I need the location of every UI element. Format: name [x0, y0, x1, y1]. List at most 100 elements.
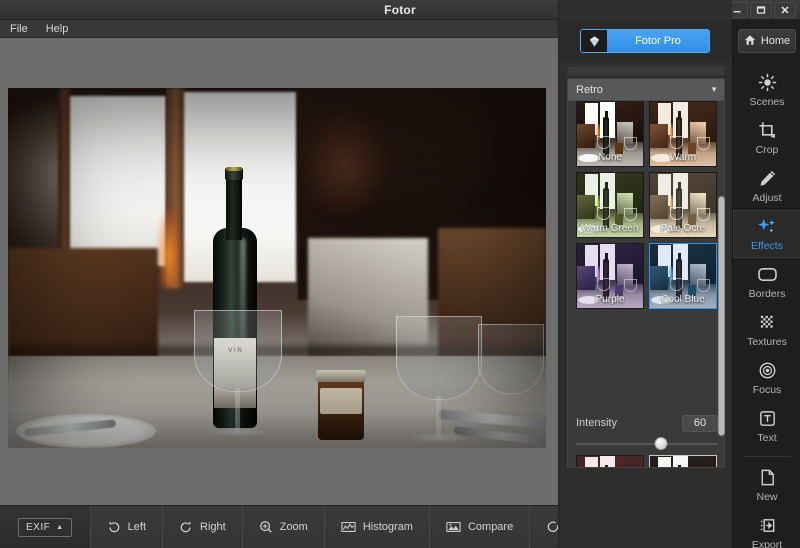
fotor-app-window: Fotor File Help — [0, 0, 800, 548]
rail-label-export: Export — [752, 539, 782, 548]
maximize-icon — [756, 5, 766, 15]
intensity-slider[interactable] — [576, 437, 718, 451]
effect-preset-thumbnail[interactable]: So Emo — [649, 455, 717, 468]
intensity-value[interactable]: 60 — [682, 415, 718, 432]
rail-item-text[interactable]: Text — [733, 402, 800, 450]
effects-side-panel: Fotor Pro Retro ▼ None Warm Warm Green Pale… — [558, 0, 732, 548]
effect-preset-thumbnail[interactable]: Pale Ocre — [649, 172, 717, 238]
effect-preset-thumbnail[interactable]: None — [576, 101, 644, 167]
intensity-label: Intensity — [576, 417, 617, 429]
tool-rail: Home Scenes Crop Adjust — [732, 20, 800, 548]
target-icon — [758, 360, 777, 380]
menu-item-file[interactable]: File — [10, 23, 28, 35]
checker-icon — [758, 312, 777, 332]
rail-item-adjust[interactable]: Adjust — [733, 162, 800, 210]
effects-panel-scrollbar[interactable] — [718, 196, 725, 436]
slider-track — [576, 443, 718, 445]
rail-label-focus: Focus — [753, 384, 782, 396]
histogram-icon — [341, 520, 356, 534]
home-row: Home — [733, 20, 800, 62]
bottom-toolbar: EXIF ▲ Left Right Zoom — [0, 505, 558, 548]
rail-label-borders: Borders — [749, 288, 786, 300]
caret-up-icon: ▲ — [56, 524, 63, 531]
home-label: Home — [761, 35, 790, 47]
compare-button[interactable]: Compare — [430, 506, 530, 548]
intensity-row: Intensity 60 — [568, 411, 725, 435]
fotor-pro-button[interactable]: Fotor Pro — [580, 29, 710, 53]
effects-preset-grid: None Warm Warm Green Pale Ocre Purple Cool Bl… — [568, 101, 725, 309]
rotate-right-icon — [179, 520, 193, 534]
zoom-label: Zoom — [280, 521, 308, 533]
rotate-right-button[interactable]: Right — [163, 506, 243, 548]
slider-handle[interactable] — [655, 437, 668, 450]
effects-preset-grid-lower-inner: Brilliant Rose So Emo — [576, 455, 725, 468]
minimize-icon — [732, 5, 742, 15]
close-icon — [780, 5, 790, 15]
rail-item-effects[interactable]: Effects — [733, 210, 800, 258]
effect-preset-thumbnail[interactable]: Purple — [576, 243, 644, 309]
rail-items: Scenes Crop Adjust Effects — [733, 66, 800, 548]
chevron-down-icon: ▼ — [710, 85, 718, 94]
home-icon — [744, 34, 756, 49]
rail-item-focus[interactable]: Focus — [733, 354, 800, 402]
exif-label: EXIF — [26, 522, 50, 533]
photo-canvas[interactable]: V I N — [0, 38, 558, 505]
rail-label-new: New — [756, 491, 777, 503]
histogram-label: Histogram — [363, 521, 413, 533]
rail-label-scenes: Scenes — [749, 96, 784, 108]
rail-item-export[interactable]: Export — [733, 509, 800, 548]
panel-top-strip — [567, 66, 725, 76]
effects-category-value: Retro — [576, 84, 603, 96]
rotate-left-button[interactable]: Left — [91, 506, 163, 548]
rail-item-new[interactable]: New — [733, 461, 800, 509]
histogram-button[interactable]: Histogram — [325, 506, 430, 548]
zoom-in-icon — [259, 520, 273, 534]
compare-icon — [446, 520, 461, 534]
sparkles-icon — [757, 216, 778, 236]
effect-preset-thumbnail[interactable]: Brilliant Rose — [576, 455, 644, 468]
menu-item-help[interactable]: Help — [46, 23, 69, 35]
text-box-icon — [758, 408, 777, 428]
rail-label-textures: Textures — [747, 336, 787, 348]
effects-preset-browser: Retro ▼ None Warm Warm Green Pale Ocre Purpl… — [567, 78, 725, 468]
rotate-right-label: Right — [200, 521, 226, 533]
close-button[interactable] — [774, 2, 796, 18]
effect-preset-thumbnail[interactable]: Cool Blue — [649, 243, 717, 309]
sun-icon — [758, 72, 777, 92]
zoom-button[interactable]: Zoom — [243, 506, 325, 548]
rail-item-borders[interactable]: Borders — [733, 258, 800, 306]
pencil-icon — [758, 168, 777, 188]
crop-icon — [758, 120, 777, 140]
effect-preset-label: Cool Blue — [650, 294, 716, 305]
effects-thumbnail-area: None Warm Warm Green Pale Ocre Purple Cool Bl… — [568, 101, 725, 468]
rail-item-scenes[interactable]: Scenes — [733, 66, 800, 114]
rail-item-textures[interactable]: Textures — [733, 306, 800, 354]
home-button[interactable]: Home — [738, 29, 796, 53]
effect-preset-thumbnail[interactable]: Warm Green — [576, 172, 644, 238]
export-icon — [758, 515, 777, 535]
rail-item-crop[interactable]: Crop — [733, 114, 800, 162]
rail-label-effects: Effects — [751, 240, 783, 252]
effect-preset-label: Purple — [577, 294, 643, 305]
menu-bar: File Help — [0, 20, 558, 38]
rounded-rect-icon — [757, 264, 778, 284]
pro-banner: Fotor Pro — [559, 20, 733, 62]
effect-preset-label: Warm — [650, 152, 716, 163]
edited-photo[interactable]: V I N — [8, 88, 546, 448]
effect-preset-label: Warm Green — [577, 223, 643, 234]
image-tools-group: Left Right Zoom Histogram — [90, 506, 612, 548]
rail-label-text: Text — [757, 432, 776, 444]
effect-preset-label: None — [577, 152, 643, 163]
effect-preset-thumbnail[interactable]: Warm — [649, 101, 717, 167]
rail-label-crop: Crop — [756, 144, 779, 156]
exif-button[interactable]: EXIF ▲ — [18, 518, 72, 537]
effects-category-select[interactable]: Retro ▼ — [568, 79, 725, 101]
compare-label: Compare — [468, 521, 513, 533]
page-icon — [758, 467, 777, 487]
rotate-left-icon — [107, 520, 121, 534]
fotor-pro-label: Fotor Pro — [607, 30, 709, 52]
window-controls — [726, 2, 796, 18]
rail-separator — [743, 456, 791, 457]
maximize-button[interactable] — [750, 2, 772, 18]
rail-label-adjust: Adjust — [752, 192, 781, 204]
